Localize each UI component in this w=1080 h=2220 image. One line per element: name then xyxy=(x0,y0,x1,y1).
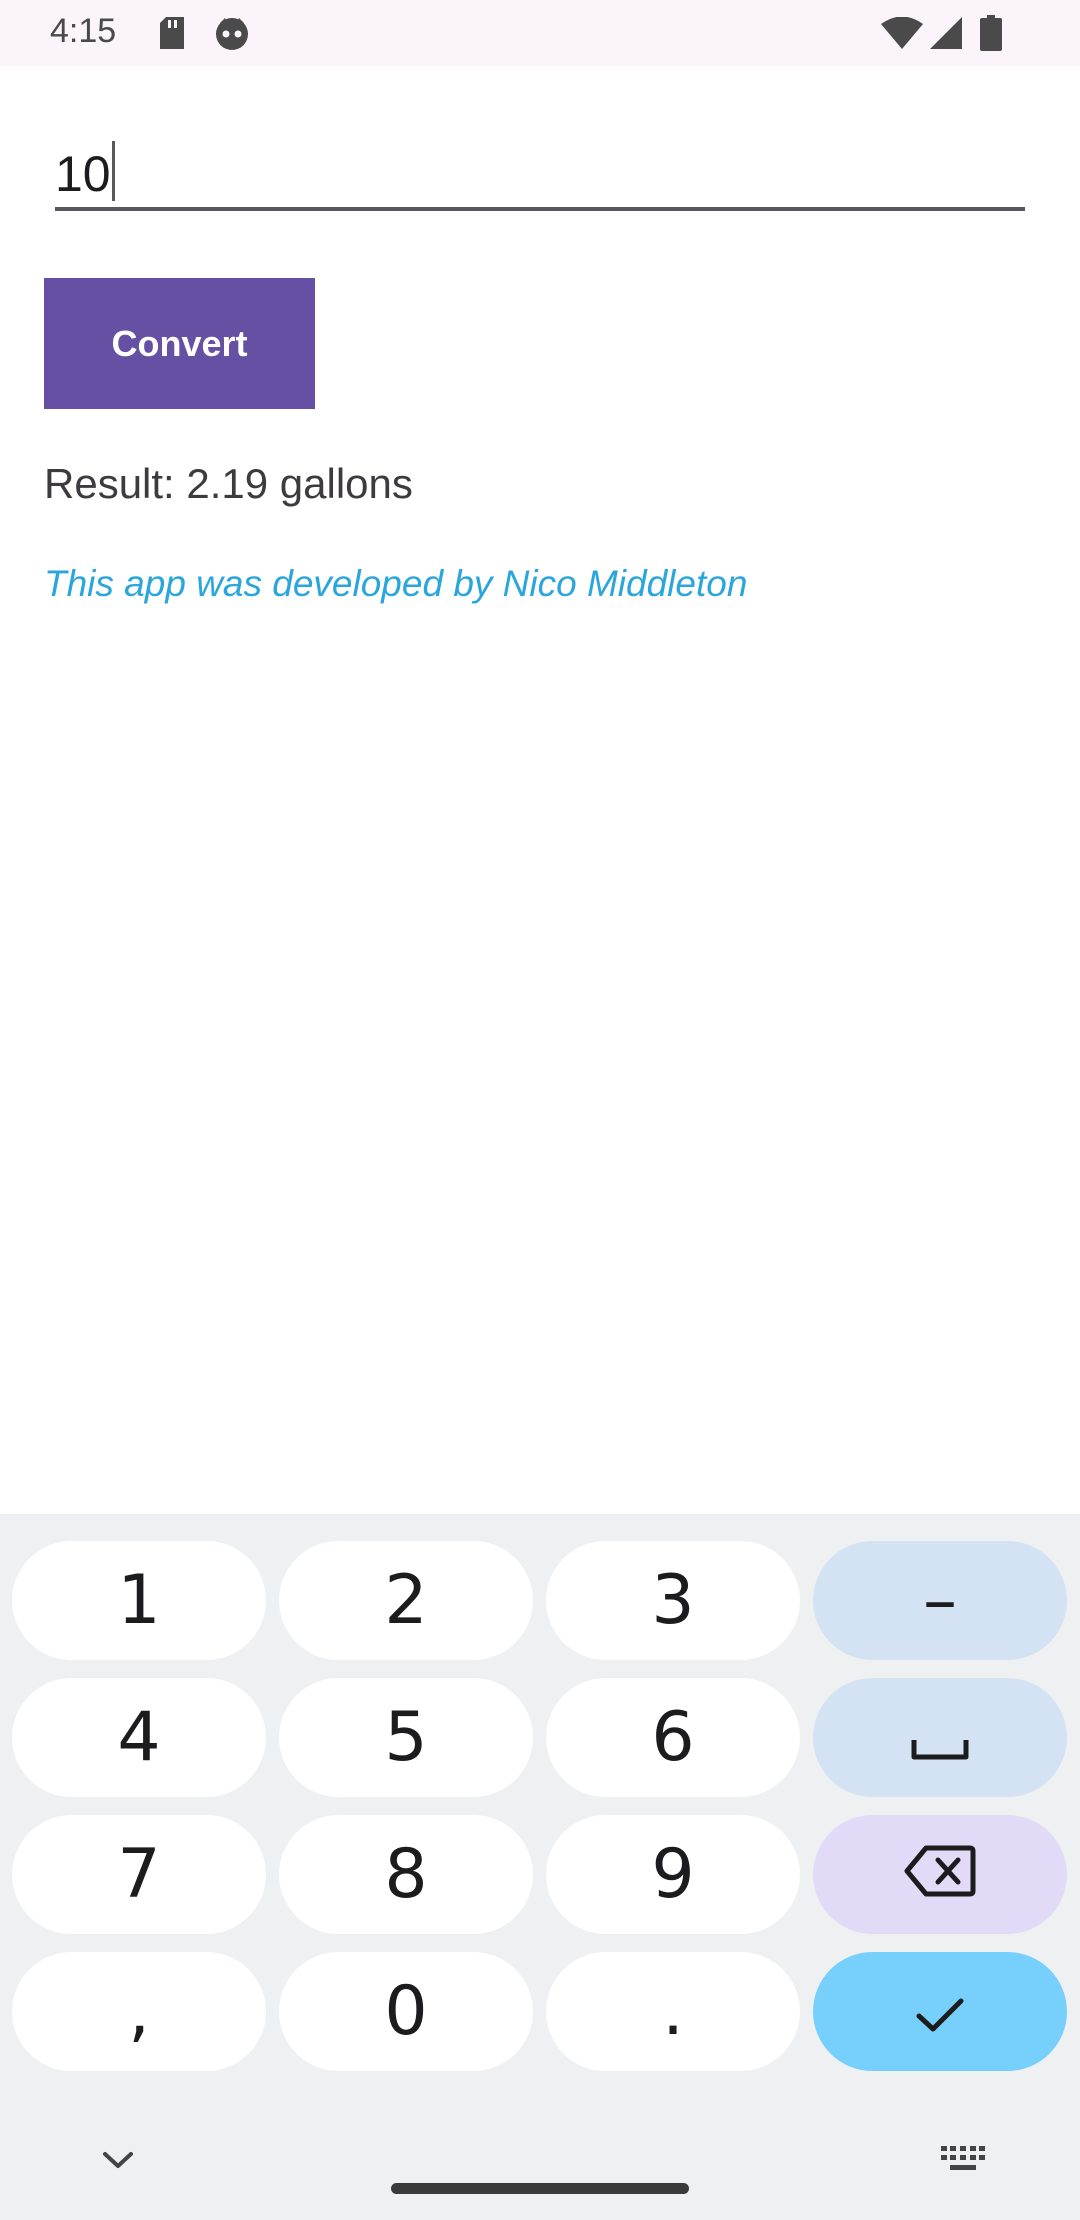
number-input[interactable]: 10 xyxy=(55,125,1025,211)
key-0[interactable]: 0 xyxy=(279,1952,533,2071)
result-text: Result: 2.19 gallons xyxy=(44,460,413,507)
keyboard-icon xyxy=(941,2145,985,2179)
status-bar: 4:15 xyxy=(0,0,1080,66)
key-8[interactable]: 8 xyxy=(279,1815,533,1934)
key-3[interactable]: 3 xyxy=(546,1541,800,1660)
space-icon xyxy=(911,1698,969,1777)
key-done[interactable] xyxy=(813,1952,1067,2071)
backspace-icon xyxy=(904,1835,976,1914)
key-6[interactable]: 6 xyxy=(546,1678,800,1797)
switch-keyboard-button[interactable] xyxy=(940,2142,986,2182)
home-indicator[interactable] xyxy=(391,2183,689,2194)
check-icon xyxy=(915,1972,965,2051)
key-1[interactable]: 1 xyxy=(12,1541,266,1660)
key-9[interactable]: 9 xyxy=(546,1815,800,1934)
key-5[interactable]: 5 xyxy=(279,1678,533,1797)
input-value: 10 xyxy=(55,141,115,201)
convert-button[interactable]: Convert xyxy=(44,278,315,409)
numeric-keyboard: 1 2 3 – 4 5 6 7 8 9 , 0 . xyxy=(0,1514,1080,2220)
hide-keyboard-button[interactable] xyxy=(95,2142,141,2182)
key-space[interactable] xyxy=(813,1678,1067,1797)
key-period[interactable]: . xyxy=(546,1952,800,2071)
key-2[interactable]: 2 xyxy=(279,1541,533,1660)
battery-icon xyxy=(976,0,1006,66)
input-text: 10 xyxy=(55,146,111,202)
sd-card-icon xyxy=(154,0,190,66)
key-4[interactable]: 4 xyxy=(12,1678,266,1797)
status-time: 4:15 xyxy=(50,12,117,50)
key-comma[interactable]: , xyxy=(12,1952,266,2071)
wifi-icon xyxy=(878,0,926,66)
key-minus[interactable]: – xyxy=(813,1541,1067,1660)
key-backspace[interactable] xyxy=(813,1815,1067,1934)
key-7[interactable]: 7 xyxy=(12,1815,266,1934)
chevron-down-icon xyxy=(102,2150,134,2175)
cell-signal-icon xyxy=(926,0,966,66)
text-caret xyxy=(111,141,115,201)
face-icon xyxy=(212,0,252,66)
developer-credit: This app was developed by Nico Middleton xyxy=(44,563,748,604)
